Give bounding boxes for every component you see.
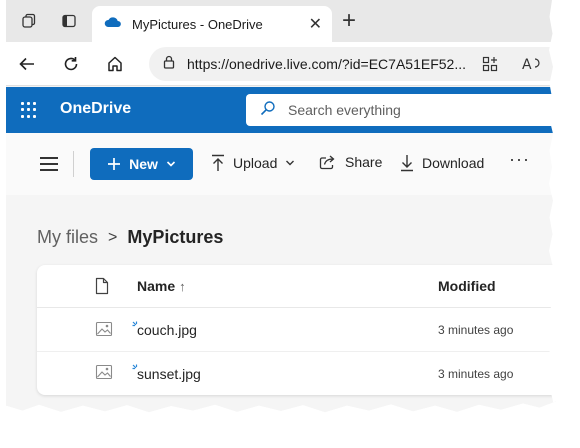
- back-arrow-icon[interactable]: [16, 53, 38, 75]
- upload-label: Upload: [233, 155, 278, 171]
- column-name[interactable]: Name ↑: [137, 278, 186, 294]
- tab-title: MyPictures - OneDrive: [132, 16, 263, 32]
- app-brand[interactable]: OneDrive: [60, 100, 131, 118]
- table-row[interactable]: couch.jpg 3 minutes ago: [37, 309, 556, 352]
- app-header: OneDrive Search everything: [6, 87, 556, 133]
- chevron-down-icon: [166, 161, 175, 167]
- navigation-bar: https://onedrive.live.com/?id=EC7A51EF52…: [6, 42, 556, 86]
- column-name-label: Name: [137, 278, 176, 294]
- chevron-down-icon: [286, 160, 295, 166]
- image-file-icon: [95, 364, 113, 385]
- new-tab-button[interactable]: +: [342, 9, 356, 33]
- refresh-icon[interactable]: [60, 53, 82, 75]
- menu-icon[interactable]: [40, 157, 58, 171]
- vertical-tabs-icon[interactable]: [60, 12, 78, 30]
- cloud-icon: [104, 15, 122, 33]
- search-placeholder: Search everything: [288, 102, 401, 118]
- sort-ascending-icon: ↑: [179, 279, 186, 294]
- file-name[interactable]: couch.jpg: [137, 322, 197, 338]
- search-icon: [260, 100, 276, 121]
- browser-window: MyPictures - OneDrive ✕ + https://onedri…: [6, 0, 556, 413]
- plus-icon: [108, 158, 121, 170]
- file-modified: 3 minutes ago: [438, 323, 514, 337]
- file-modified: 3 minutes ago: [438, 366, 514, 381]
- breadcrumb-separator: >: [108, 228, 118, 246]
- upload-icon: [212, 154, 224, 171]
- file-list: Name↑ Modified couch.jpg 3 minutes ago: [37, 265, 556, 395]
- column-modified[interactable]: Modified: [438, 278, 496, 294]
- svg-text:A: A: [522, 57, 532, 72]
- home-icon[interactable]: [104, 53, 126, 75]
- command-divider: [73, 151, 74, 177]
- lock-icon[interactable]: [163, 55, 175, 74]
- more-options-icon[interactable]: ···: [509, 149, 530, 170]
- file-list-header: Name ↑ Modified: [37, 265, 556, 308]
- new-button[interactable]: New: [90, 148, 193, 180]
- tab-strip: MyPictures - OneDrive ✕ +: [6, 0, 556, 42]
- command-bar: New Upload Share Download ···: [6, 133, 556, 195]
- file-icon[interactable]: [95, 277, 109, 300]
- tab-actions-icon[interactable]: [20, 12, 38, 30]
- app-launcher-icon[interactable]: [21, 102, 37, 118]
- breadcrumb-current: MyPictures: [127, 227, 224, 247]
- file-name[interactable]: sunset.jpg: [137, 366, 201, 382]
- image-file-icon: [95, 321, 113, 342]
- breadcrumb-my-files[interactable]: My files: [37, 227, 98, 248]
- close-tab-icon[interactable]: ✕: [309, 14, 322, 34]
- apps-icon[interactable]: [482, 56, 498, 77]
- active-tab[interactable]: MyPictures - OneDrive ✕: [92, 6, 332, 42]
- download-label: Download: [422, 155, 485, 171]
- upload-button[interactable]: Upload: [211, 154, 303, 172]
- search-input[interactable]: Search everything: [246, 94, 556, 126]
- read-aloud-icon[interactable]: A: [522, 56, 542, 77]
- address-url: https://onedrive.live.com/?id=EC7A51EF52…: [187, 56, 466, 72]
- share-icon: [319, 155, 335, 170]
- download-button[interactable]: Download: [400, 154, 484, 172]
- new-button-label: New: [129, 156, 158, 172]
- breadcrumb: My files > MyPictures: [37, 227, 223, 248]
- table-row[interactable]: sunset.jpg 3 minutes ago: [37, 352, 556, 395]
- main-content: My files > MyPictures Name ↑ Modified co…: [6, 195, 556, 413]
- share-label: Share: [345, 154, 383, 170]
- download-icon: [401, 155, 413, 172]
- share-button[interactable]: Share: [319, 154, 382, 170]
